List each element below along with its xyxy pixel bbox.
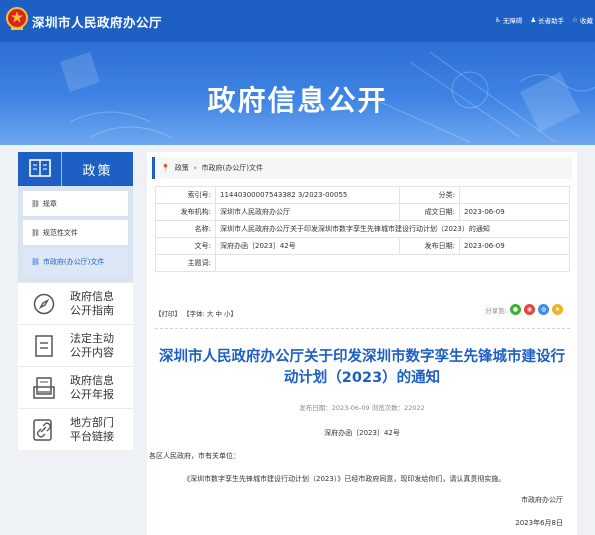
meta-label: 文号: [155,237,216,255]
chevron-right-icon: › [193,164,197,172]
banner-title: 政府信息公开 [207,84,388,117]
link-chain-icon: ⛓ [31,228,40,237]
link-label-line1: 政府信息 [70,289,114,303]
link-chain-icon: ⛓ [31,257,40,266]
sidebar-heading-label: 政策 [82,163,113,179]
meta-label: 索引号: [155,186,216,204]
font-medium-button[interactable]: 中 [215,310,222,318]
sidebar-item-normative-docs[interactable]: ⛓ 规范性文件 [23,220,128,245]
link-label-line2: 平台链接 [70,429,114,443]
breadcrumb-item-policy[interactable]: 政策 [175,163,189,173]
elder-assistant-button[interactable]: ♟ 长者助手 [530,15,564,25]
meta-label: 主题词: [155,254,216,272]
meta-label: 成文日期: [399,203,460,221]
weibo-share-icon[interactable]: ◉ [524,304,535,315]
article-actions: 【打印】 【字体: 大 中 小】 [155,308,237,318]
font-large-button[interactable]: 大 [207,310,214,318]
link-label-line2: 公开年报 [70,387,114,401]
meta-value: 2023-06-09 [459,203,570,221]
meta-label: 发布机构: [155,203,216,221]
sidebar-menu: ⛓ 规章 ⛓ 规范性文件 ⛓ 市政府(办公厅)文件 [18,186,133,282]
link-chain-icon: ⛓ [31,199,40,208]
divider [155,328,570,329]
top-bar: 深圳市人民政府办公厅 ♿ 无障碍 ♟ 长者助手 ☆ 收藏 [0,0,595,42]
sidebar-item-municipal-docs[interactable]: ⛓ 市政府(办公厅)文件 [23,249,128,274]
article-date: 2023年6月8日 [515,519,563,527]
qq-share-icon[interactable]: ◍ [538,304,549,315]
qzone-share-icon[interactable]: ★ [552,304,563,315]
sidebar: 政策 ⛓ 规章 ⛓ 规范性文件 ⛓ 市政府(办公厅)文件 政府信息 公开指南 法定主动公… [18,152,133,450]
link-label-line2: 公开内容 [70,345,114,359]
meta-label: 分类: [399,186,460,204]
sidebar-item-regulations[interactable]: ⛓ 规章 [23,191,128,216]
meta-value [215,254,570,272]
meta-value: 2023-06-09 [459,237,570,255]
meta-value: 深圳市人民政府办公厅关于印发深圳市数字孪生先锋城市建设行动计划（2023）的通知 [215,220,570,238]
star-icon: ☆ [572,16,578,24]
link-label-line2: 公开指南 [70,303,114,317]
toolbar: ♿ 无障碍 ♟ 长者助手 ☆ 收藏 [495,15,593,25]
meta-label: 发布日期: [399,237,460,255]
meta-value: 深圳市人民政府办公厅 [215,203,400,221]
sidebar-link-departments[interactable]: 地方部门 平台链接 [18,408,133,450]
article-signature: 市政府办公厅 [521,496,563,504]
report-icon [33,376,55,399]
meta-label: 名称: [155,220,216,238]
link-icon [33,418,52,441]
banner: 政府信息公开 [0,42,595,145]
sidebar-link-statutory[interactable]: 法定主动 公开内容 [18,324,133,366]
wechat-share-icon[interactable]: ● [510,304,521,315]
accessibility-icon: ♿ [495,16,501,24]
meta-value: 11440300007543382 3/2023-00055 [215,186,400,204]
font-size-label: 【字体: [183,310,205,318]
font-size-close: 】 [230,310,238,318]
book-icon [18,152,62,186]
link-label-line1: 政府信息 [70,373,114,387]
favorite-button[interactable]: ☆ 收藏 [572,15,593,25]
elder-icon: ♟ [530,16,537,24]
location-pin-icon: 📍 [161,164,170,172]
document-icon [35,334,53,357]
article-body: 《深圳市数字孪生先锋城市建设行动计划（2023）》已经市政府同意，现印发给你们，… [183,475,506,483]
article-addressee: 各区人民政府，市有关单位： [149,452,240,460]
site-name[interactable]: 深圳市人民政府办公厅 [32,12,162,31]
share-bar: 分享到: ● ◉ ◍ ★ [485,304,563,315]
article-publish-info: 发布日期：2023-06-09 浏览次数：22022 [299,404,425,412]
article-title: 深圳市人民政府办公厅关于印发深圳市数字孪生先锋城市建设行动计划（2023）的通知 [159,349,565,386]
accessibility-button[interactable]: ♿ 无障碍 [495,15,522,25]
main-content: 📍 政策 › 市政府(办公厅)文件 索引号: 11440300007543382… [147,152,577,535]
print-button[interactable]: 【打印】 [155,310,181,318]
article-doc-number: 深府办函〔2023〕42号 [324,429,400,437]
sidebar-link-annual-report[interactable]: 政府信息 公开年报 [18,366,133,408]
meta-value [459,186,570,204]
breadcrumb-item-municipal-docs[interactable]: 市政府(办公厅)文件 [202,163,263,173]
link-label-line1: 法定主动 [70,331,114,345]
sidebar-heading: 政策 [18,152,133,186]
compass-icon [33,293,55,314]
national-emblem-icon [6,7,28,30]
share-label: 分享到: [485,306,507,315]
sidebar-link-guide[interactable]: 政府信息 公开指南 [18,282,133,324]
document-meta-table: 索引号: 11440300007543382 3/2023-00055 分类: … [155,186,570,272]
breadcrumb: 📍 政策 › 市政府(办公厅)文件 [152,157,572,179]
meta-value: 深府办函〔2023〕42号 [215,237,400,255]
link-label-line1: 地方部门 [70,415,114,429]
